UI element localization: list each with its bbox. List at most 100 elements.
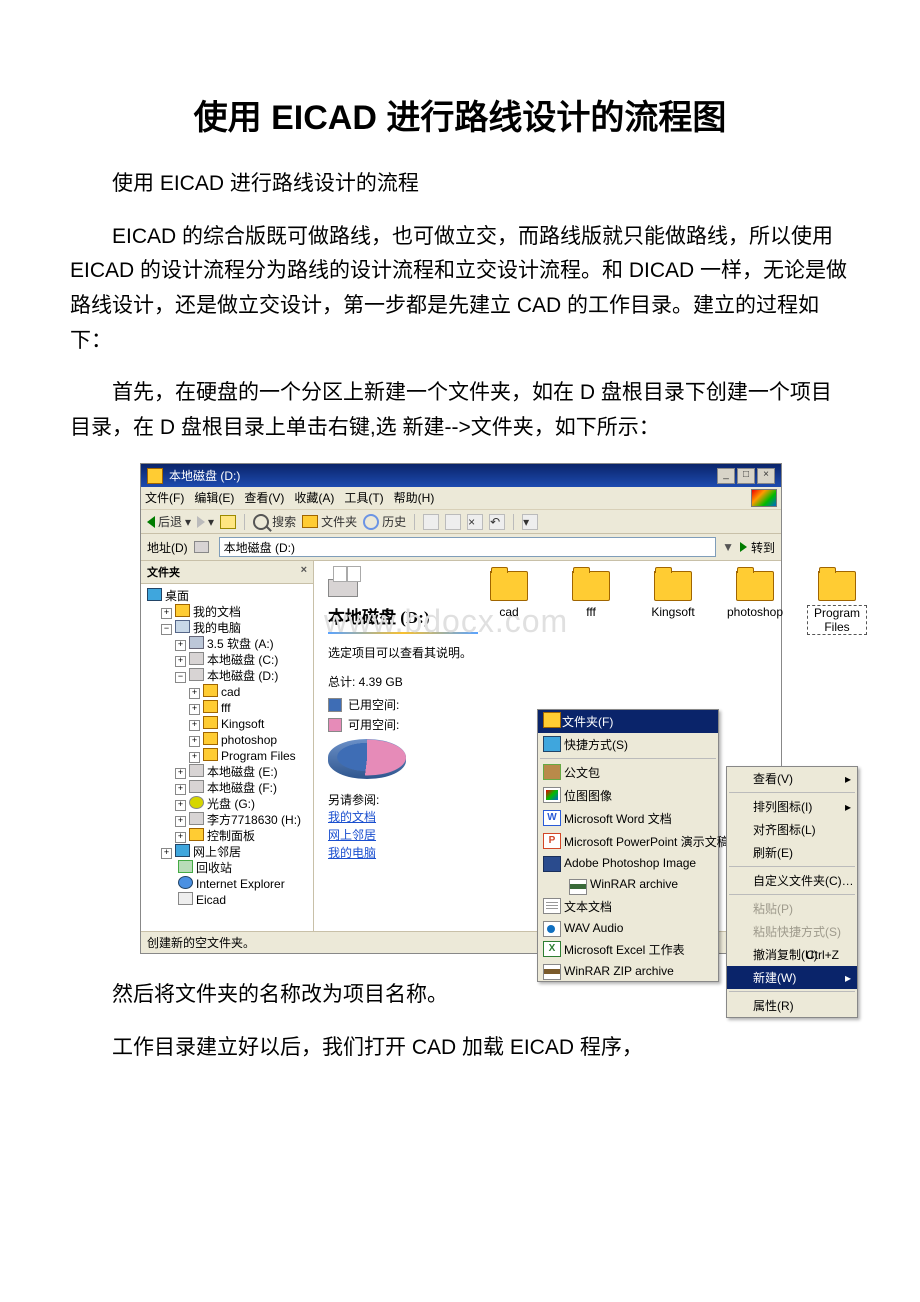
address-label: 地址(D) bbox=[147, 539, 188, 556]
submenu-item[interactable]: Adobe Photoshop Image bbox=[538, 853, 718, 873]
tb-delete-icon[interactable]: × bbox=[467, 514, 483, 530]
back-button[interactable]: 后退 ▾ bbox=[147, 513, 191, 530]
menu-tools[interactable]: 工具(T) bbox=[344, 489, 383, 507]
folders-button[interactable]: 文件夹 bbox=[302, 513, 357, 530]
context-menu-item[interactable]: 新建(W)▸ bbox=[727, 966, 857, 989]
close-button[interactable]: × bbox=[757, 468, 775, 484]
submenu-item[interactable]: WinRAR archive bbox=[538, 873, 718, 895]
minimize-button[interactable]: _ bbox=[717, 468, 735, 484]
folder-item[interactable]: Program Files bbox=[807, 571, 867, 635]
tb-undo-icon[interactable]: ↶ bbox=[489, 514, 505, 530]
submenu-item[interactable]: 快捷方式(S) bbox=[538, 733, 718, 756]
paragraph-1: 使用 EICAD 进行路线设计的流程 bbox=[70, 167, 850, 202]
menu-file[interactable]: 文件(F) bbox=[145, 489, 184, 507]
submenu-item[interactable]: 文本文档 bbox=[538, 895, 718, 918]
context-menu-item[interactable]: 属性(R) bbox=[727, 994, 857, 1017]
xls-icon bbox=[543, 941, 561, 957]
content-hint: 选定项目可以查看其说明。 bbox=[328, 644, 767, 661]
bmp-icon bbox=[543, 787, 561, 803]
tree-close-icon[interactable]: × bbox=[301, 564, 307, 580]
context-menu-item: 粘贴快捷方式(S) bbox=[727, 920, 857, 943]
context-menu-item[interactable]: 刷新(E) bbox=[727, 841, 857, 864]
tb-moveto-icon[interactable] bbox=[423, 514, 439, 530]
tree-item: +本地磁盘 (C:) bbox=[175, 652, 309, 668]
tree-item[interactable]: +fff bbox=[189, 700, 309, 716]
tree-item: −我的电脑 +3.5 软盘 (A:) +本地磁盘 (C:) −本地磁盘 (D:)… bbox=[161, 620, 309, 844]
folder-icon bbox=[736, 571, 774, 601]
paragraph-3: 首先，在硬盘的一个分区上新建一个文件夹，如在 D 盘根目录下创建一个项目目录，在… bbox=[70, 376, 850, 445]
window-title: 本地磁盘 (D:) bbox=[169, 467, 711, 484]
menu-bar: 文件(F) 编辑(E) 查看(V) 收藏(A) 工具(T) 帮助(H) bbox=[141, 487, 781, 510]
search-button[interactable]: 搜索 bbox=[253, 513, 296, 530]
folder-item[interactable]: fff bbox=[561, 571, 621, 635]
history-button[interactable]: 历史 bbox=[363, 513, 406, 530]
menu-fav[interactable]: 收藏(A) bbox=[294, 489, 334, 507]
submenu-item[interactable]: WAV Audio bbox=[538, 918, 718, 938]
used-label: 已用空间: bbox=[348, 696, 399, 713]
tree-item[interactable]: +Kingsoft bbox=[189, 716, 309, 732]
tree-item: +网上邻居 bbox=[161, 844, 309, 860]
rar-icon bbox=[569, 879, 587, 895]
folder-item[interactable]: photoshop bbox=[725, 571, 785, 635]
tb-views-icon[interactable]: ▾ bbox=[522, 514, 538, 530]
explorer-window: 本地磁盘 (D:) _ □ × 文件(F) 编辑(E) 查看(V) 收藏(A) … bbox=[140, 463, 782, 954]
title-bar[interactable]: 本地磁盘 (D:) _ □ × bbox=[141, 464, 781, 487]
window-icon bbox=[147, 468, 163, 484]
tree-item: +本地磁盘 (E:) bbox=[175, 764, 309, 780]
folder-item[interactable]: cad bbox=[479, 571, 539, 635]
context-menu-item[interactable]: 排列图标(I)▸ bbox=[727, 795, 857, 818]
zip-icon bbox=[543, 964, 561, 980]
submenu-item[interactable]: Microsoft Word 文档 bbox=[538, 807, 718, 830]
up-button[interactable] bbox=[220, 515, 236, 529]
folders-icon bbox=[302, 515, 318, 528]
context-menu: 查看(V)▸ 排列图标(I)▸对齐图标(L)刷新(E) 自定义文件夹(C)… 粘贴(P… bbox=[726, 766, 858, 1018]
windows-logo-icon bbox=[751, 489, 777, 507]
address-input[interactable] bbox=[219, 537, 716, 557]
folder-item[interactable]: Kingsoft bbox=[643, 571, 703, 635]
go-button[interactable]: 转到 bbox=[740, 539, 775, 556]
menu-edit[interactable]: 编辑(E) bbox=[194, 489, 234, 507]
folder-tree[interactable]: 桌面 +我的文档 −我的电脑 +3.5 软盘 (A:) +本地磁盘 (C:) −… bbox=[141, 584, 313, 912]
new-submenu: 文件夹(F) 快捷方式(S)公文包位图图像Microsoft Word 文档Mi… bbox=[537, 709, 719, 982]
context-menu-item[interactable]: 撤消复制(U)Ctrl+Z bbox=[727, 943, 857, 966]
context-menu-item: 粘贴(P) bbox=[727, 897, 857, 920]
tree-item: Internet Explorer bbox=[161, 876, 309, 892]
submenu-item[interactable]: Microsoft PowerPoint 演示文稿 bbox=[538, 830, 718, 853]
forward-button[interactable]: ▾ bbox=[197, 515, 214, 529]
tree-item: +李方7718630 (H:) bbox=[175, 812, 309, 828]
drive-icon bbox=[194, 541, 209, 553]
txt-icon bbox=[543, 898, 561, 914]
tree-item[interactable]: +Program Files bbox=[189, 748, 309, 764]
tree-item[interactable]: +photoshop bbox=[189, 732, 309, 748]
tree-item: −本地磁盘 (D:) +cad+fff+Kingsoft+photoshop+P… bbox=[175, 668, 309, 764]
search-icon bbox=[253, 514, 269, 530]
maximize-button[interactable]: □ bbox=[737, 468, 755, 484]
tree-item: +控制面板 bbox=[175, 828, 309, 844]
folder-view[interactable]: www.bdocx.com 本地磁盘 (D:) 选定项目可以查看其说明。 总计:… bbox=[314, 561, 781, 931]
wav-icon bbox=[543, 921, 561, 937]
tree-item[interactable]: +cad bbox=[189, 684, 309, 700]
submenu-item-folder[interactable]: 文件夹(F) bbox=[538, 710, 718, 733]
menu-help[interactable]: 帮助(H) bbox=[394, 489, 435, 507]
folder-icon bbox=[572, 571, 610, 601]
address-bar: 地址(D) ▼ 转到 bbox=[141, 534, 781, 561]
toolbar: 后退 ▾ ▾ 搜索 文件夹 历史 × ↶ ▾ bbox=[141, 510, 781, 534]
context-menu-item[interactable]: 自定义文件夹(C)… bbox=[727, 869, 857, 892]
menu-view[interactable]: 查看(V) bbox=[244, 489, 284, 507]
tree-item: 回收站 bbox=[161, 860, 309, 876]
context-menu-item[interactable]: 查看(V)▸ bbox=[727, 767, 857, 790]
brief-icon bbox=[543, 764, 561, 780]
submenu-item[interactable]: WinRAR ZIP archive bbox=[538, 961, 718, 981]
submenu-item[interactable]: 位图图像 bbox=[538, 784, 718, 807]
folder-tree-pane: 文件夹 × 桌面 +我的文档 −我的电脑 +3.5 软盘 (A:) +本地磁盘 … bbox=[141, 561, 314, 931]
paragraph-5: 工作目录建立好以后，我们打开 CAD 加载 EICAD 程序， bbox=[70, 1031, 850, 1066]
drive-icon bbox=[328, 579, 358, 597]
drive-total: 总计: 4.39 GB bbox=[328, 673, 767, 690]
submenu-item[interactable]: Microsoft Excel 工作表 bbox=[538, 938, 718, 961]
used-swatch-icon bbox=[328, 698, 342, 712]
context-menu-item[interactable]: 对齐图标(L) bbox=[727, 818, 857, 841]
tree-title: 文件夹 bbox=[147, 564, 180, 580]
submenu-item[interactable]: 公文包 bbox=[538, 761, 718, 784]
tb-copyto-icon[interactable] bbox=[445, 514, 461, 530]
ppt-icon bbox=[543, 833, 561, 849]
